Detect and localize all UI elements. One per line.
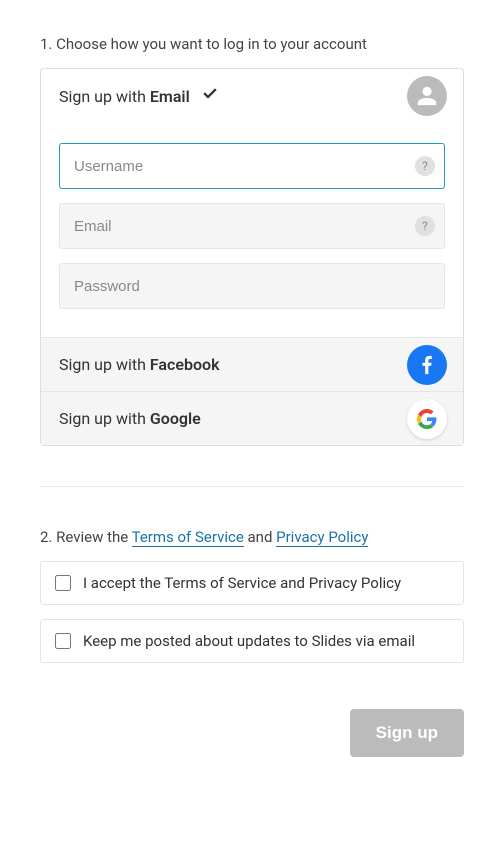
google-icon bbox=[407, 399, 447, 439]
facebook-icon bbox=[407, 345, 447, 385]
email-signup-form: ? ? bbox=[41, 123, 463, 337]
updates-row[interactable]: Keep me posted about updates to Slides v… bbox=[40, 619, 464, 663]
accept-terms-row[interactable]: I accept the Terms of Service and Privac… bbox=[40, 561, 464, 605]
person-icon bbox=[407, 76, 447, 116]
password-field[interactable] bbox=[59, 263, 445, 309]
signup-button[interactable]: Sign up bbox=[350, 709, 464, 757]
option-email-label: Sign up with Email bbox=[59, 87, 190, 106]
username-field[interactable] bbox=[59, 143, 445, 189]
step2-label: 2. Review the Terms of Service and Priva… bbox=[40, 527, 464, 548]
help-icon[interactable]: ? bbox=[415, 216, 435, 236]
option-email[interactable]: Sign up with Email bbox=[41, 69, 463, 123]
option-facebook-label: Sign up with Facebook bbox=[59, 355, 220, 374]
signup-options-box: Sign up with Email ? ? Si bbox=[40, 68, 464, 446]
option-facebook[interactable]: Sign up with Facebook bbox=[41, 337, 463, 391]
updates-checkbox[interactable] bbox=[55, 633, 71, 649]
section-divider bbox=[40, 486, 464, 487]
accept-terms-label[interactable]: I accept the Terms of Service and Privac… bbox=[83, 574, 401, 592]
email-field[interactable] bbox=[59, 203, 445, 249]
step1-label: 1. Choose how you want to log in to your… bbox=[40, 34, 464, 55]
accept-terms-checkbox[interactable] bbox=[55, 575, 71, 591]
help-icon[interactable]: ? bbox=[415, 156, 435, 176]
option-google-label: Sign up with Google bbox=[59, 409, 201, 428]
updates-label[interactable]: Keep me posted about updates to Slides v… bbox=[83, 632, 415, 650]
privacy-link[interactable]: Privacy Policy bbox=[276, 528, 368, 547]
option-google[interactable]: Sign up with Google bbox=[41, 391, 463, 445]
check-icon bbox=[202, 86, 218, 106]
terms-link[interactable]: Terms of Service bbox=[132, 528, 244, 547]
